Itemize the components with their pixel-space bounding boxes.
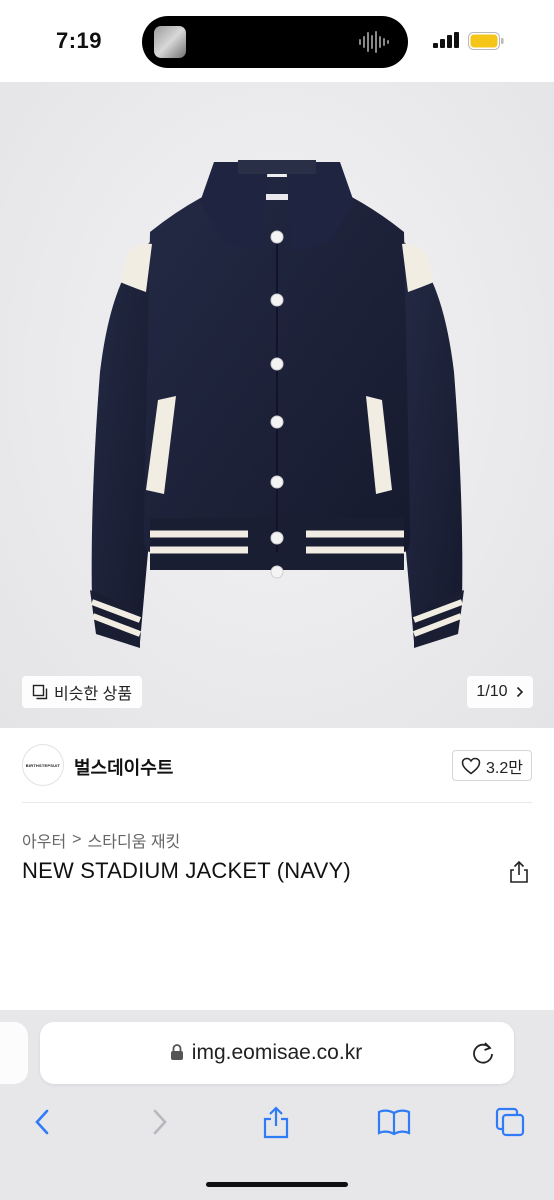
- product-title: NEW STADIUM JACKET (NAVY): [22, 858, 351, 883]
- bookmarks-button[interactable]: [374, 1102, 414, 1142]
- now-playing-artwork: [154, 26, 186, 58]
- page-counter-text: 1/10: [476, 683, 508, 700]
- dynamic-island[interactable]: [142, 16, 408, 68]
- image-page-counter[interactable]: 1/10: [467, 676, 533, 708]
- forward-icon: [153, 1109, 167, 1135]
- like-count: 3.2만: [486, 759, 523, 777]
- tabs-icon: [495, 1107, 525, 1137]
- reload-icon[interactable]: [470, 1040, 496, 1066]
- browser-bottom-bar: img.eomisae.co.kr: [0, 1010, 554, 1200]
- product-image-carousel[interactable]: 비슷한 상품 1/10: [0, 82, 554, 728]
- tabs-button[interactable]: [490, 1102, 530, 1142]
- status-bar: 7:19: [0, 0, 554, 82]
- divider: [22, 802, 532, 803]
- audio-waveform-icon: [359, 31, 389, 53]
- brand-logo[interactable]: BIRTHSTEPSUIT: [22, 744, 64, 786]
- breadcrumb-category[interactable]: 아우터: [22, 828, 66, 852]
- brand-logo-text: BIRTHSTEPSUIT: [25, 762, 61, 768]
- share-button[interactable]: [256, 1102, 296, 1142]
- back-button[interactable]: [22, 1102, 62, 1142]
- breadcrumb: 아우터 > 스타디움 재킷: [22, 828, 180, 852]
- breadcrumb-subcategory[interactable]: 스타디움 재킷: [88, 828, 181, 852]
- chevron-right-icon: [516, 686, 523, 698]
- similar-items-button[interactable]: 비슷한 상품: [22, 676, 143, 708]
- status-time: 7:19: [56, 28, 103, 53]
- bookmarks-icon: [377, 1109, 411, 1136]
- similar-items-icon: [32, 684, 48, 700]
- brand-row: BIRTHSTEPSUIT 벌스데이수트 3.2만: [0, 728, 554, 804]
- breadcrumb-separator: >: [72, 831, 82, 848]
- heart-icon: [461, 757, 481, 774]
- share-icon: [263, 1106, 289, 1139]
- forward-button[interactable]: [140, 1102, 180, 1142]
- home-indicator: [206, 1182, 348, 1187]
- address-bar[interactable]: img.eomisae.co.kr: [40, 1022, 514, 1084]
- battery-icon: [468, 32, 504, 50]
- brand-name[interactable]: 벌스데이수트: [74, 754, 173, 780]
- browser-toolbar: [0, 1102, 554, 1142]
- cellular-signal-icon: [433, 32, 459, 48]
- url-text: img.eomisae.co.kr: [191, 1041, 363, 1064]
- similar-items-label: 비슷한 상품: [54, 686, 133, 703]
- share-icon[interactable]: [508, 860, 530, 884]
- back-icon: [35, 1109, 49, 1135]
- previous-tab-edge[interactable]: [0, 1022, 28, 1084]
- like-button[interactable]: 3.2만: [452, 750, 532, 781]
- jacket-photo: [90, 160, 464, 648]
